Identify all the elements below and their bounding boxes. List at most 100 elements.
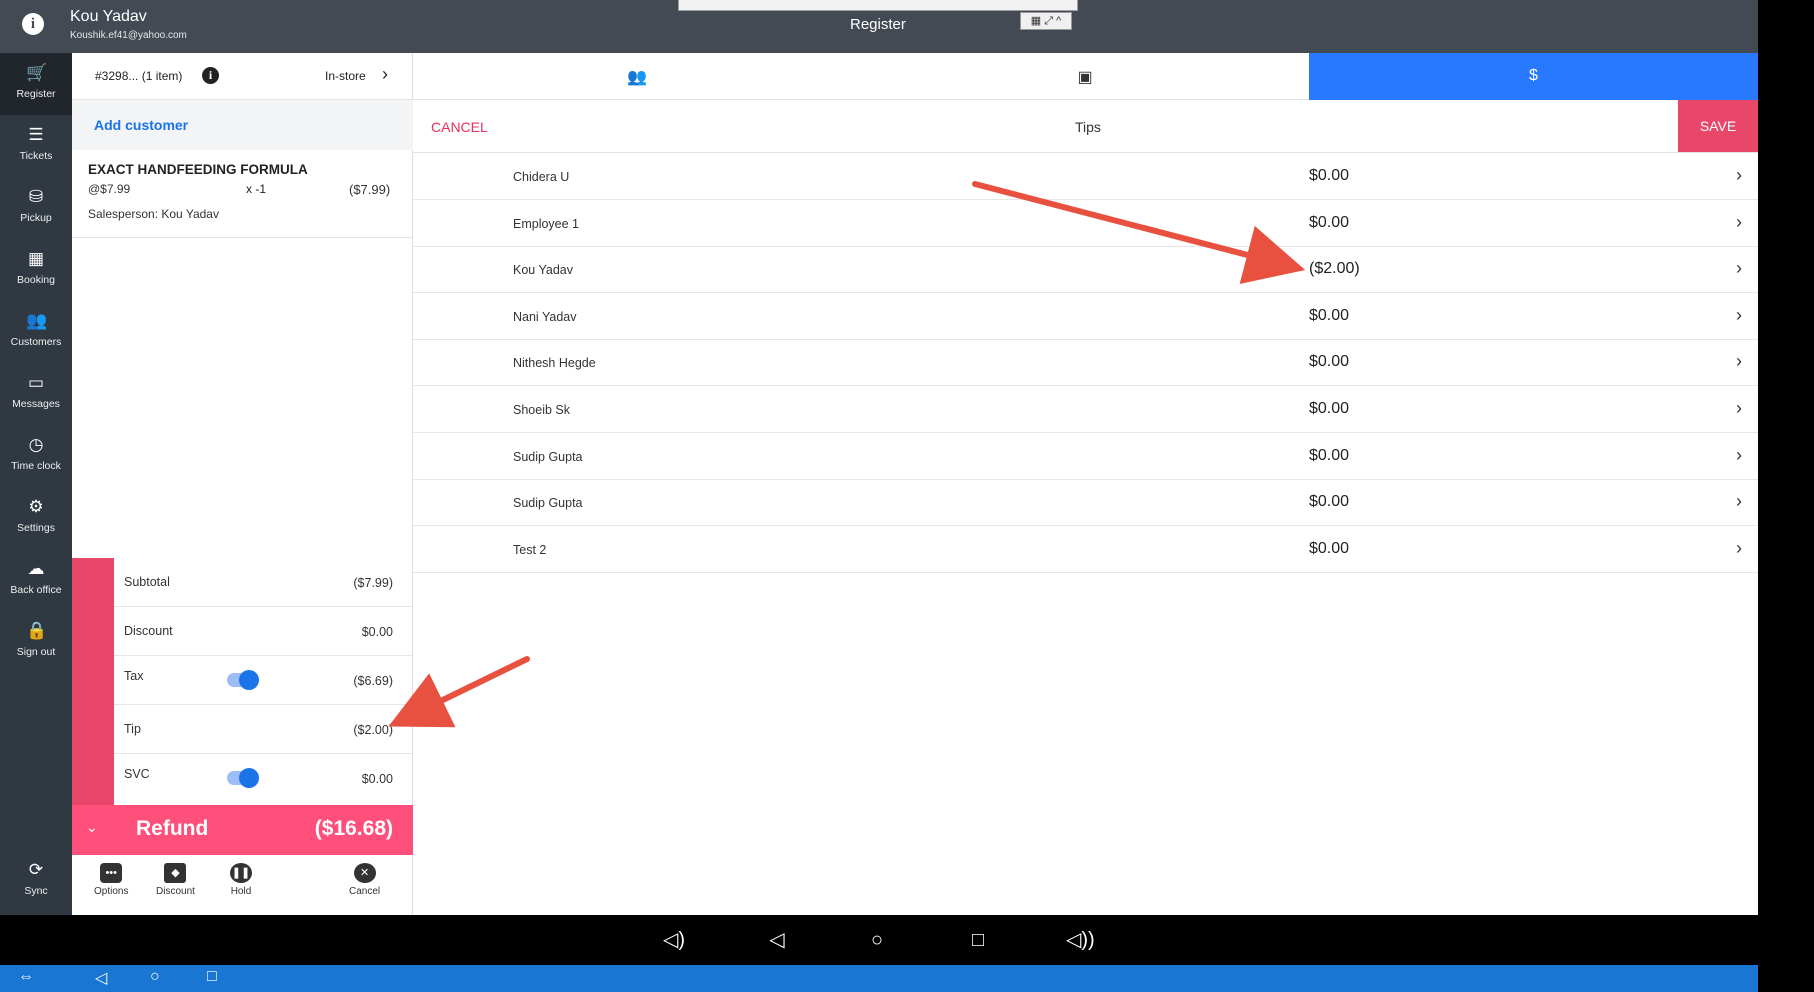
save-button[interactable]: SAVE	[1678, 100, 1758, 152]
tickets-icon: ☰	[28, 125, 44, 144]
recents-icon[interactable]: □	[965, 927, 991, 953]
refund-button[interactable]: ⌄ Refund ($16.68)	[72, 805, 413, 855]
gear-icon: ⚙	[28, 497, 44, 516]
chevron-right-icon[interactable]: ›	[1736, 305, 1742, 326]
tax-value: ($6.69)	[353, 674, 393, 688]
remote-toolbar-collapse-icon[interactable]: ▦ ⤢ ^	[1020, 12, 1072, 30]
cancel-ticket-button[interactable]: ✕ Cancel	[349, 863, 380, 897]
chevron-right-icon[interactable]: ›	[1736, 258, 1742, 279]
item-name: EXACT HANDFEEDING FORMULA	[88, 162, 308, 177]
register-app: i Kou Yadav Koushik.ef41@yahoo.com Regis…	[0, 0, 1758, 992]
tip-employee-name: Sudip Gupta	[513, 496, 583, 511]
discount-row[interactable]: Discount $0.00	[114, 607, 413, 656]
back-icon[interactable]: ◁	[95, 968, 107, 988]
recents-icon[interactable]: □	[207, 968, 217, 986]
chevron-down-icon[interactable]: ⌄	[86, 819, 98, 836]
subtotal-row: Subtotal ($7.99)	[114, 558, 413, 607]
remote-control-taskbar: ⇔ ◁ ○ □	[0, 965, 1758, 992]
page-title: Register	[850, 16, 906, 33]
item-price: @$7.99	[88, 182, 131, 196]
sidebar-item-label: Customers	[10, 336, 62, 348]
add-customer-button[interactable]: Add customer	[72, 100, 413, 150]
sidebar-item-label: Messages	[12, 398, 60, 410]
tip-row[interactable]: Sudip Gupta $0.00 ›	[413, 433, 1758, 480]
discount-action-label: Discount	[156, 886, 195, 897]
sidebar-item-time-clock[interactable]: ◷ Time clock	[0, 425, 72, 487]
tip-row[interactable]: Kou Yadav ($2.00) ›	[413, 246, 1758, 294]
home-icon[interactable]: ○	[150, 968, 160, 986]
tip-row[interactable]: Employee 1 $0.00 ›	[413, 200, 1758, 247]
chevron-right-icon[interactable]: ›	[1736, 445, 1742, 466]
sidebar-item-register[interactable]: 🛒 Register	[0, 53, 72, 115]
message-icon: ▭	[27, 373, 45, 392]
sidebar-item-label: Time clock	[11, 460, 61, 472]
info-icon[interactable]: i	[22, 13, 44, 35]
tip-row[interactable]: Tip ($2.00)	[114, 705, 413, 754]
toggle-knob	[239, 768, 259, 788]
refund-label: Refund	[136, 817, 209, 840]
tip-employee-name: Nithesh Hegde	[513, 356, 596, 371]
tip-row[interactable]: Shoeib Sk $0.00 ›	[413, 386, 1758, 433]
volume-up-icon[interactable]: ◁))	[1066, 927, 1095, 953]
cloud-icon: ☁	[27, 559, 45, 578]
sidebar-item-label: Sync	[24, 885, 48, 897]
add-customer-label: Add customer	[94, 117, 189, 133]
sidebar-item-label: Register	[16, 88, 56, 100]
tab-gallery[interactable]: ▣	[861, 53, 1309, 100]
ticket-header[interactable]: #3298... (1 item) i In-store ›	[72, 53, 413, 100]
tip-label: Tip	[124, 722, 141, 736]
item-amount: ($7.99)	[349, 182, 391, 197]
tax-toggle[interactable]	[227, 670, 259, 690]
svc-toggle[interactable]	[227, 768, 259, 788]
volume-down-icon[interactable]: ◁)	[661, 927, 687, 953]
options-label: Options	[94, 886, 129, 897]
sidebar-item-back-office[interactable]: ☁ Back office	[0, 549, 72, 611]
tip-employee-name: Nani Yadav	[513, 309, 577, 324]
chevron-right-icon[interactable]: ›	[1736, 538, 1742, 559]
teamviewer-icon[interactable]: ⇔	[18, 968, 34, 986]
tax-row: Tax ($6.69)	[114, 656, 413, 705]
chevron-right-icon[interactable]: ›	[1736, 398, 1742, 419]
chevron-right-icon[interactable]: ›	[1736, 165, 1742, 186]
sidebar-nav: 🛒 Register ☰ Tickets ⛁ Pickup ▦ Booking 👥 Custome…	[0, 53, 72, 915]
sidebar-item-sync[interactable]: ⟳ Sync	[0, 850, 72, 912]
sidebar-item-booking[interactable]: ▦ Booking	[0, 239, 72, 301]
tip-row[interactable]: Sudip Gupta $0.00 ›	[413, 479, 1758, 527]
chevron-right-icon[interactable]: ›	[1736, 212, 1742, 233]
cancel-button[interactable]: CANCEL	[431, 119, 488, 135]
back-icon[interactable]: ◁	[764, 927, 790, 953]
line-item[interactable]: EXACT HANDFEEDING FORMULA @$7.99 x -1 ($…	[72, 150, 413, 238]
tip-row[interactable]: Nani Yadav $0.00 ›	[413, 293, 1758, 340]
tip-row[interactable]: Test 2 $0.00 ›	[413, 526, 1758, 573]
tip-amount: $0.00	[1309, 353, 1350, 371]
tip-row[interactable]: Nithesh Hegde $0.00 ›	[413, 339, 1758, 387]
sidebar-item-tickets[interactable]: ☰ Tickets	[0, 115, 72, 177]
order-mode[interactable]: In-store	[325, 69, 366, 83]
chevron-right-icon[interactable]: ›	[1736, 351, 1742, 372]
tip-employee-name: Shoeib Sk	[513, 403, 570, 417]
tip-employee-name: Kou Yadav	[513, 263, 574, 278]
pickup-icon: ⛁	[28, 187, 44, 206]
sidebar-item-messages[interactable]: ▭ Messages	[0, 363, 72, 425]
discount-button[interactable]: ◆ Discount	[156, 863, 195, 897]
sidebar-item-sign-out[interactable]: 🔒 Sign out	[0, 611, 72, 673]
sidebar-item-settings[interactable]: ⚙ Settings	[0, 487, 72, 549]
chevron-right-icon[interactable]: ›	[1736, 491, 1742, 512]
tip-amount: $0.00	[1309, 493, 1350, 511]
tab-customers[interactable]: 👥	[413, 53, 861, 100]
chevron-right-icon[interactable]: ›	[382, 64, 388, 85]
ticket-number: #3298... (1 item)	[95, 69, 183, 83]
tip-amount: ($2.00)	[1309, 260, 1360, 278]
remote-session-toolbar[interactable]	[678, 0, 1078, 11]
hold-label: Hold	[230, 886, 252, 897]
options-button[interactable]: ••• Options	[94, 863, 128, 897]
sidebar-item-customers[interactable]: 👥 Customers	[0, 301, 72, 363]
hold-button[interactable]: ❚❚ Hold	[230, 863, 252, 897]
sidebar-item-pickup[interactable]: ⛁ Pickup	[0, 177, 72, 239]
tip-row[interactable]: Chidera U $0.00 ›	[413, 153, 1758, 200]
home-icon[interactable]: ○	[864, 927, 890, 953]
ticket-info-icon[interactable]: i	[202, 67, 219, 84]
app-header: i Kou Yadav Koushik.ef41@yahoo.com Regis…	[0, 0, 1758, 53]
tip-amount: $0.00	[1309, 400, 1350, 417]
tab-tips[interactable]: $	[1309, 53, 1758, 100]
